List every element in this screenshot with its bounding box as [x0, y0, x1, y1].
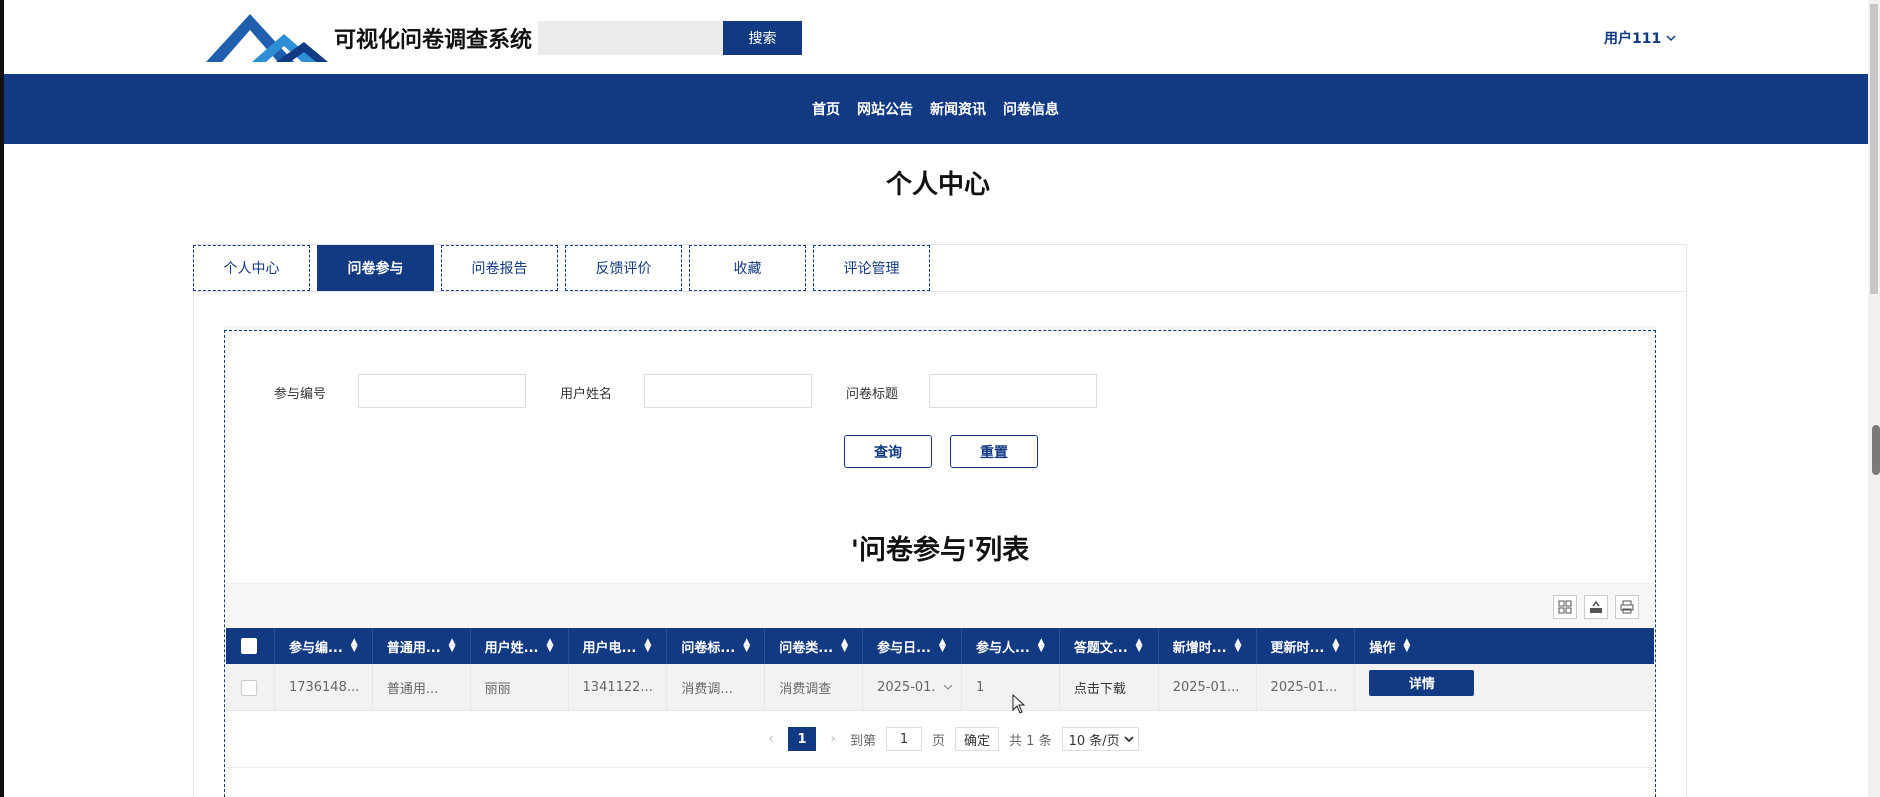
mouse-cursor-icon [1012, 694, 1026, 714]
tab-comments[interactable]: 评论管理 [813, 245, 930, 291]
nav-item-surveys[interactable]: 问卷信息 [1003, 99, 1059, 119]
sort-icon: ▲ ▼ [1037, 637, 1045, 654]
table-cell-date: 2025-01... [863, 664, 962, 711]
participation-no-label: 参与编号 [274, 387, 327, 402]
table-cell: 消费调查 [765, 664, 864, 711]
main-nav: 首页 网站公告 新闻资讯 问卷信息 [4, 74, 1876, 144]
page: 可视化问卷调查系统 搜索 用户111 首页 网站公告 新闻资讯 问卷信息 个人中… [0, 0, 1880, 797]
col-header[interactable]: 问卷标... ▲ ▼ [667, 628, 766, 664]
goto-page-input[interactable]: 1 [886, 727, 923, 751]
site-title: 可视化问卷调查系统 [334, 28, 533, 53]
tab-favorites[interactable]: 收藏 [689, 245, 806, 291]
sort-icon: ▲ ▼ [350, 637, 358, 654]
goto-confirm-button[interactable]: 确定 [955, 727, 1000, 751]
col-header[interactable]: 普通用... ▲ ▼ [373, 628, 471, 664]
user-menu[interactable]: 用户111 [1604, 28, 1677, 48]
select-all-cell [226, 628, 275, 664]
tab-divider [193, 291, 1687, 292]
grid-icon[interactable] [1553, 595, 1577, 619]
search-input[interactable] [538, 21, 723, 55]
print-icon[interactable] [1615, 595, 1639, 619]
nav-item-news[interactable]: 新闻资讯 [930, 99, 986, 119]
page-title: 个人中心 [885, 170, 990, 200]
mountain-logo-icon [206, 14, 328, 62]
table-cell: 消费调... [667, 664, 766, 711]
total-count: 共 1 条 [1009, 733, 1052, 749]
table-cell: 1 [962, 664, 1060, 711]
prev-page-icon[interactable]: ‹ [764, 731, 778, 747]
tab-profile[interactable]: 个人中心 [193, 245, 310, 291]
sort-icon: ▲ ▼ [1135, 637, 1143, 654]
table-cell: 1341122... [569, 664, 668, 711]
user-name-input[interactable] [644, 374, 812, 408]
participation-no-input[interactable] [358, 374, 526, 408]
col-header[interactable]: 新增时... ▲ ▼ [1159, 628, 1257, 664]
download-link[interactable]: 点击下载 [1060, 664, 1159, 711]
page-size-select[interactable]: 10 条/页 [1061, 727, 1139, 751]
survey-title-input[interactable] [929, 374, 1097, 408]
table-header: 参与编... ▲ ▼ 普通用... ▲ ▼ 用户姓... ▲ ▼ 用户电... ▲ ▼ 问卷标.… [226, 628, 1654, 664]
col-header[interactable]: 参与日... ▲ ▼ [863, 628, 962, 664]
nav-item-announcements[interactable]: 网站公告 [857, 99, 913, 119]
table-cell: 2025-01... [1159, 664, 1257, 711]
reset-button[interactable]: 重置 [950, 435, 1038, 468]
sort-icon: ▲ ▼ [546, 637, 554, 654]
export-icon[interactable] [1584, 595, 1608, 619]
detail-button[interactable]: 详情 [1369, 669, 1475, 696]
col-header[interactable]: 更新时... ▲ ▼ [1257, 628, 1356, 664]
chevron-down-icon[interactable] [934, 674, 961, 700]
list-title: '问卷参与'列表 [850, 535, 1030, 566]
tab-report[interactable]: 问卷报告 [441, 245, 558, 291]
scroll-handle[interactable] [1872, 425, 1880, 475]
table-row: 1736148... 普通用... 丽丽 1341122... 消费调... 消… [226, 664, 1654, 711]
table-cell: 1736148... [275, 664, 373, 711]
goto-label: 到第 [850, 733, 877, 749]
sort-icon: ▲ ▼ [644, 637, 652, 654]
table-cell: 丽丽 [471, 664, 569, 711]
top-header: 可视化问卷调查系统 搜索 用户111 [4, 0, 1880, 74]
select-all-checkbox[interactable] [241, 638, 257, 654]
sort-icon: ▲ ▼ [1332, 637, 1340, 654]
user-name-label: 用户姓名 [560, 387, 613, 402]
sort-icon: ▲ ▼ [938, 637, 946, 654]
col-header[interactable]: 问卷类... ▲ ▼ [765, 628, 864, 664]
divider [226, 767, 1654, 768]
page-unit-label: 页 [932, 733, 946, 749]
sort-icon: ▲ ▼ [1234, 637, 1242, 654]
sort-icon: ▲ ▼ [448, 637, 456, 654]
pagination: ‹ 1 › 到第 1 页 确定 共 1 条 10 条/页 [764, 727, 1139, 751]
tab-participation[interactable]: 问卷参与 [317, 245, 434, 291]
current-page[interactable]: 1 [788, 727, 816, 751]
col-header[interactable]: 参与人... ▲ ▼ [962, 628, 1060, 664]
date-text: 2025-01... [877, 680, 944, 695]
search-button[interactable]: 搜索 [723, 21, 802, 55]
chevron-down-icon [1666, 35, 1676, 42]
col-header[interactable]: 用户姓... ▲ ▼ [471, 628, 569, 664]
user-label: 用户111 [1604, 31, 1662, 47]
table-cell: 普通用... [373, 664, 471, 711]
tab-bar: 个人中心 问卷参与 问卷报告 反馈评价 收藏 评论管理 [193, 245, 937, 291]
page-size-value: 10 条/页 [1068, 733, 1120, 749]
tab-feedback[interactable]: 反馈评价 [565, 245, 682, 291]
sort-icon: ▲ ▼ [841, 637, 848, 654]
survey-title-label: 问卷标题 [846, 387, 899, 402]
sort-icon: ▲ ▼ [1403, 637, 1411, 654]
row-select-cell [226, 664, 275, 711]
col-header[interactable]: 用户电... ▲ ▼ [569, 628, 668, 664]
sort-icon: ▲ ▼ [743, 637, 751, 654]
table-cell: 2025-01... [1257, 664, 1356, 711]
query-button[interactable]: 查询 [844, 435, 932, 468]
col-header[interactable]: 操作 ▲ ▼ [1355, 628, 1654, 664]
nav-item-home[interactable]: 首页 [812, 99, 840, 119]
chevron-down-icon [1124, 736, 1134, 743]
row-checkbox[interactable] [241, 679, 257, 696]
actions-cell: 详情 [1355, 664, 1654, 711]
table-toolbar [226, 583, 1654, 628]
next-page-icon[interactable]: › [826, 731, 840, 747]
scrollbar-thumb[interactable] [1870, 4, 1878, 294]
col-header[interactable]: 参与编... ▲ ▼ [275, 628, 373, 664]
col-header[interactable]: 答题文... ▲ ▼ [1060, 628, 1159, 664]
